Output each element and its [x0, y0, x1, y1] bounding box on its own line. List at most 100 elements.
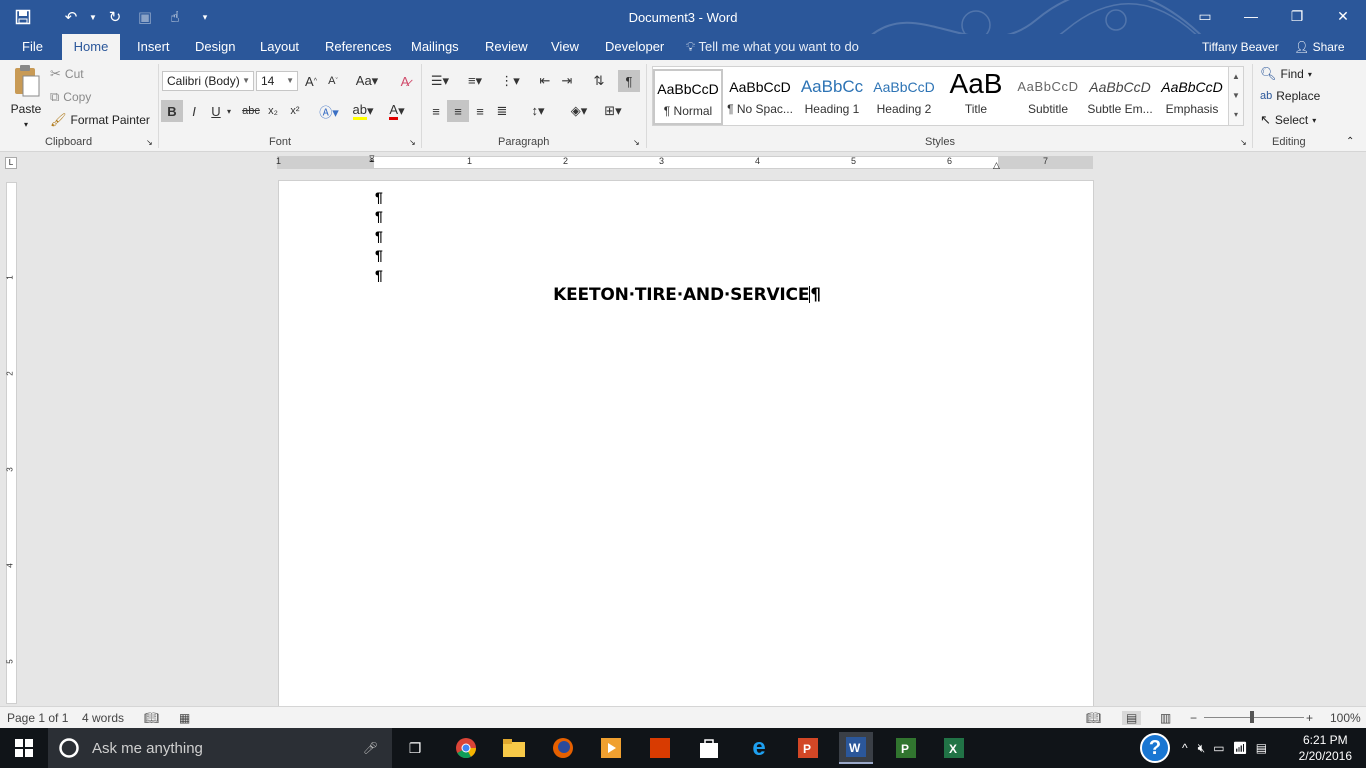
underline-dropdown-icon[interactable]: ▾ — [223, 100, 235, 122]
indent-marker-icon[interactable]: ⏳︎ — [369, 154, 375, 165]
user-name[interactable]: Tiffany Beaver — [1202, 34, 1279, 60]
zoom-level[interactable]: 100% — [1330, 711, 1361, 725]
style-emphasis[interactable]: AaBbCcD Emphasis — [1157, 69, 1227, 125]
chrome-icon[interactable] — [449, 732, 483, 764]
word-count[interactable]: 4 words — [82, 711, 124, 725]
battery-icon[interactable]: ▭ — [1213, 741, 1224, 755]
sort-icon[interactable]: ⇅ — [588, 70, 610, 92]
tell-me-box[interactable]: 💡︎ Tell me what you want to do — [686, 34, 859, 60]
borders-icon[interactable]: ⊞▾ — [598, 100, 628, 122]
right-indent-marker-icon[interactable]: △ — [993, 160, 1000, 171]
more-styles-icon[interactable]: ▾ — [1229, 105, 1243, 124]
ribbon-display-options-icon[interactable]: ▭ — [1182, 0, 1228, 32]
firefox-icon[interactable] — [546, 732, 580, 764]
tab-mailings[interactable]: Mailings — [405, 34, 465, 60]
subscript-icon[interactable]: x₂ — [262, 100, 284, 122]
web-layout-icon[interactable]: ▥ — [1160, 711, 1171, 725]
font-color-icon[interactable]: A ▾ — [382, 100, 412, 122]
italic-icon[interactable]: I — [183, 100, 205, 122]
cut-button[interactable]: ✂ Cut — [50, 66, 84, 82]
style-subtitle[interactable]: AaBbCcD Subtitle — [1013, 69, 1083, 125]
numbering-icon[interactable]: ≡▾ — [460, 70, 490, 92]
bullets-icon[interactable]: ☰▾ — [425, 70, 455, 92]
bold-icon[interactable]: B — [161, 100, 183, 122]
zoom-slider[interactable] — [1204, 717, 1304, 718]
format-painter-button[interactable]: 🖌︎ Format Painter — [50, 112, 150, 128]
tab-review[interactable]: Review — [479, 34, 534, 60]
project-icon[interactable]: P — [889, 732, 923, 764]
find-button[interactable]: 🔍︎ Find ▾ — [1260, 66, 1312, 82]
replace-button[interactable]: ab Replace — [1260, 89, 1320, 103]
align-center-icon[interactable]: ≡ — [447, 100, 469, 122]
style-heading-1[interactable]: AaBbCc Heading 1 — [797, 69, 867, 125]
scroll-up-icon[interactable]: ▲ — [1229, 67, 1243, 86]
font-size-select[interactable]: 14 ▼ — [256, 71, 298, 91]
font-family-select[interactable]: Calibri (Body) ▼ — [162, 71, 254, 91]
document-page[interactable]: ¶ ¶ ¶ ¶ ¶ KEETON·TIRE·AND·SERVICE¶ — [278, 180, 1094, 710]
tab-view[interactable]: View — [545, 34, 585, 60]
decrease-indent-icon[interactable]: ⇤ — [534, 70, 556, 92]
styles-launcher-icon[interactable]: ↘ — [1240, 138, 1247, 147]
style-subtle-emphasis[interactable]: AaBbCcD Subtle Em... — [1085, 69, 1155, 125]
style-no-spacing[interactable]: AaBbCcD ¶ No Spac... — [725, 69, 795, 125]
justify-icon[interactable]: ≣ — [491, 100, 513, 122]
highlight-color-icon[interactable]: ab ▾ — [348, 100, 378, 122]
taskbar-search[interactable]: Ask me anything 🎤︎ — [48, 728, 392, 768]
macro-record-icon[interactable]: ▦ — [179, 711, 190, 725]
task-view-icon[interactable]: ❐ — [398, 732, 432, 764]
zoom-out-icon[interactable]: − — [1190, 711, 1197, 725]
copy-button[interactable]: ⧉ Copy — [50, 89, 91, 105]
share-button[interactable]: 👤︎ Share — [1294, 34, 1345, 60]
powerpoint-icon[interactable]: P — [791, 732, 825, 764]
start-button[interactable] — [0, 728, 48, 768]
office-app-icon[interactable] — [643, 732, 677, 764]
font-launcher-icon[interactable]: ↘ — [409, 138, 416, 147]
tab-home[interactable]: Home — [62, 34, 120, 60]
increase-indent-icon[interactable]: ⇥ — [556, 70, 578, 92]
taskbar-clock[interactable]: 6:21 PM 2/20/2016 — [1299, 732, 1352, 764]
read-mode-icon[interactable]: 📖︎ — [1086, 711, 1101, 725]
scroll-down-icon[interactable]: ▼ — [1229, 86, 1243, 105]
file-explorer-icon[interactable] — [497, 732, 531, 764]
show-formatting-marks-icon[interactable]: ¶ — [618, 70, 640, 92]
microphone-icon[interactable]: 🎤︎ — [363, 741, 378, 755]
notifications-icon[interactable]: ▤ — [1256, 741, 1267, 755]
change-case-icon[interactable]: Aa▾ — [352, 70, 382, 92]
superscript-icon[interactable]: x² — [284, 100, 306, 122]
grow-font-icon[interactable]: A ^ — [300, 70, 322, 92]
shading-icon[interactable]: ◈▾ — [564, 100, 594, 122]
tab-layout[interactable]: Layout — [254, 34, 305, 60]
text-effects-icon[interactable]: Ⓐ▾ — [314, 100, 344, 122]
tab-selector[interactable]: L — [5, 157, 17, 169]
tab-references[interactable]: References — [319, 34, 397, 60]
tab-developer[interactable]: Developer — [599, 34, 670, 60]
print-layout-icon[interactable]: ▤ — [1122, 711, 1142, 725]
zoom-in-icon[interactable]: + — [1306, 711, 1313, 725]
style-heading-2[interactable]: AaBbCcD Heading 2 — [869, 69, 939, 125]
show-hidden-icons-icon[interactable]: ^ — [1182, 741, 1188, 755]
zoom-slider-thumb[interactable] — [1250, 711, 1254, 723]
network-icon[interactable]: 📶︎ — [1233, 741, 1248, 755]
align-right-icon[interactable]: ≡ — [469, 100, 491, 122]
excel-icon[interactable]: X — [937, 732, 971, 764]
tab-insert[interactable]: Insert — [131, 34, 176, 60]
select-button[interactable]: ↖ Select ▾ — [1260, 112, 1316, 128]
paste-button[interactable]: Paste ▾ — [8, 64, 44, 129]
restore-icon[interactable]: ❐ — [1274, 0, 1320, 32]
shrink-font-icon[interactable]: Aˇ — [322, 70, 344, 92]
paragraph-launcher-icon[interactable]: ↘ — [633, 138, 640, 147]
multilevel-list-icon[interactable]: ⋮▾ — [495, 70, 525, 92]
collapse-ribbon-icon[interactable]: ⌃ — [1346, 136, 1354, 147]
page-count[interactable]: Page 1 of 1 — [7, 711, 68, 725]
clipboard-launcher-icon[interactable]: ↘ — [146, 138, 153, 147]
minimize-icon[interactable]: — — [1228, 0, 1274, 32]
help-icon[interactable]: ? — [1140, 733, 1170, 763]
style-title[interactable]: AaB Title — [941, 69, 1011, 125]
store-icon[interactable] — [692, 732, 726, 764]
proofing-icon[interactable]: 📖︎ — [144, 711, 159, 725]
media-player-icon[interactable] — [594, 732, 628, 764]
internet-explorer-icon[interactable]: e — [742, 732, 776, 764]
style-normal[interactable]: AaBbCcD ¶ Normal — [653, 69, 723, 125]
line-spacing-icon[interactable]: ↕▾ — [523, 100, 553, 122]
styles-gallery-scroll[interactable]: ▲ ▼ ▾ — [1228, 66, 1244, 126]
